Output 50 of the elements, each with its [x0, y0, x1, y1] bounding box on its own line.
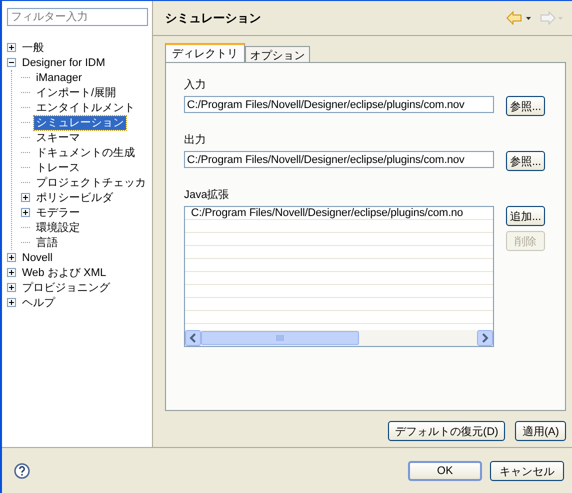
field-label: 入力: [184, 78, 207, 92]
back-arrow-icon[interactable]: [506, 11, 532, 25]
tree-item[interactable]: スキーマ: [34, 130, 82, 144]
grip-icon: [276, 335, 284, 341]
tab[interactable]: オプション: [245, 46, 310, 62]
help-icon[interactable]: [14, 463, 30, 479]
list-button[interactable]: 追加...: [506, 206, 546, 226]
expand-icon[interactable]: [21, 193, 30, 202]
field-label: 出力: [184, 133, 207, 147]
page-title: シミュレーション: [165, 10, 261, 26]
page-button[interactable]: デフォルトの復元(D): [388, 421, 506, 441]
tree-item[interactable]: ドキュメントの生成: [34, 146, 137, 160]
expand-icon[interactable]: [7, 253, 16, 262]
field-label: Java拡張: [184, 188, 230, 202]
tree-item[interactable]: Novell: [20, 250, 55, 264]
path-field[interactable]: C:/Program Files/Novell/Designer/eclipse/plugins/com.nov: [184, 96, 494, 113]
browse-button[interactable]: 参照...: [506, 96, 546, 116]
expand-icon[interactable]: [7, 43, 16, 52]
tree-item[interactable]: モデラー: [34, 206, 82, 220]
tree-item[interactable]: Web および XML: [20, 266, 108, 280]
tree-item[interactable]: エンタイトルメント: [34, 100, 137, 114]
tree-item[interactable]: トレース: [34, 160, 82, 174]
collapse-icon[interactable]: [7, 58, 16, 67]
scroll-right-button[interactable]: [477, 330, 493, 346]
scroll-thumb[interactable]: [201, 331, 359, 345]
tree-item[interactable]: Designer for IDM: [20, 56, 108, 70]
expand-icon[interactable]: [7, 268, 16, 277]
filter-field[interactable]: フィルター入力: [7, 8, 148, 26]
tree-item[interactable]: ポリシービルダ: [34, 190, 115, 204]
dialog-button[interactable]: キャンセル: [490, 461, 564, 481]
scrollbar[interactable]: [185, 330, 493, 346]
tree-item[interactable]: 環境設定: [34, 220, 82, 234]
tree-item[interactable]: プロジェクトチェッカ: [34, 176, 148, 190]
scroll-left-button[interactable]: [185, 330, 201, 346]
browse-button[interactable]: 参照...: [506, 151, 546, 171]
dialog-button[interactable]: OK: [408, 461, 482, 481]
tree-item[interactable]: プロビジョニング: [20, 280, 112, 294]
tree-item[interactable]: インポート/展開: [34, 86, 118, 100]
tab[interactable]: ディレクトリ: [165, 43, 245, 62]
tree-item[interactable]: 言語: [34, 236, 60, 250]
expand-icon[interactable]: [7, 283, 16, 292]
tree-item[interactable]: シミュレーション: [34, 116, 126, 130]
path-list[interactable]: C:/Program Files/Novell/Designer/eclipse/plugins/com.no: [184, 206, 494, 347]
tree-item[interactable]: 一般: [20, 40, 46, 54]
path-field[interactable]: C:/Program Files/Novell/Designer/eclipse/plugins/com.nov: [184, 151, 494, 168]
tree-item[interactable]: ヘルプ: [20, 296, 57, 310]
tree-item[interactable]: iManager: [34, 70, 84, 84]
expand-icon[interactable]: [7, 298, 16, 307]
expand-icon[interactable]: [21, 208, 30, 217]
page-button[interactable]: 適用(A): [515, 421, 566, 441]
